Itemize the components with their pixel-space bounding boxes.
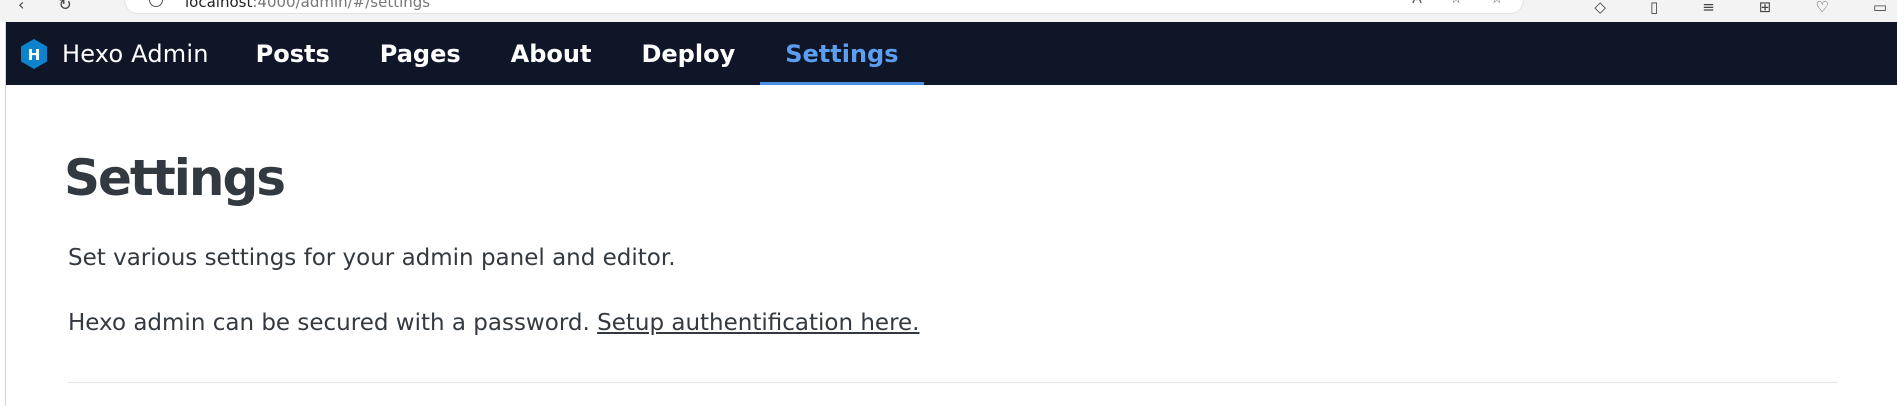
- divider: [68, 382, 1838, 383]
- nav-item-deploy[interactable]: Deploy: [616, 22, 760, 85]
- settings-page: Settings Set various settings for your a…: [6, 85, 1897, 406]
- setup-auth-link[interactable]: Setup authentification here.: [597, 310, 919, 336]
- favorite-star-icon[interactable]: ☆: [1450, 0, 1463, 7]
- menu-icon[interactable]: ▭: [1873, 0, 1887, 16]
- brand[interactable]: H Hexo Admin: [6, 22, 231, 85]
- read-aloud-icon[interactable]: A: [1412, 0, 1422, 7]
- hexo-logo-icon: H: [20, 38, 48, 69]
- site-info-icon[interactable]: [149, 0, 163, 7]
- browser-toolbar: ◇ ▯ ≡ ⊞ ♡ ▭: [1594, 0, 1897, 16]
- browser-chrome: ‹ ↻ localhost:4000/admin/#/settings A ☆ …: [0, 0, 1897, 22]
- auth-info: Hexo admin can be secured with a passwor…: [68, 310, 920, 336]
- extensions-icon[interactable]: ◇: [1594, 0, 1606, 16]
- browser-nav-controls: ‹ ↻: [18, 0, 72, 13]
- top-navbar: H Hexo Admin Posts Pages About Deploy Se…: [6, 22, 1897, 85]
- split-screen-icon[interactable]: ▯: [1650, 0, 1658, 16]
- address-url[interactable]: localhost:4000/admin/#/settings: [185, 0, 430, 11]
- auth-text: Hexo admin can be secured with a passwor…: [68, 310, 590, 336]
- logo-letter: H: [28, 46, 41, 64]
- nav-item-about[interactable]: About: [486, 22, 617, 85]
- url-host: localhost: [185, 0, 253, 11]
- nav-item-pages[interactable]: Pages: [355, 22, 486, 85]
- page-title: Settings: [64, 149, 286, 207]
- browser-essentials-icon[interactable]: ♡: [1815, 0, 1828, 16]
- back-arrow-icon[interactable]: ‹: [18, 0, 24, 13]
- url-path: :4000/admin/#/settings: [252, 0, 431, 11]
- refresh-icon[interactable]: ↻: [58, 0, 71, 13]
- collections-icon[interactable]: ⊞: [1759, 0, 1772, 16]
- favorites-icon[interactable]: ≡: [1702, 0, 1715, 16]
- brand-name: Hexo Admin: [62, 39, 209, 68]
- settings-description: Set various settings for your admin pane…: [68, 245, 676, 271]
- address-bar[interactable]: localhost:4000/admin/#/settings A ☆ ☆: [124, 0, 1524, 14]
- nav-item-settings[interactable]: Settings: [760, 22, 924, 85]
- bookmark-icon[interactable]: ☆: [1490, 0, 1503, 7]
- nav-item-posts[interactable]: Posts: [231, 22, 355, 85]
- app-frame: H Hexo Admin Posts Pages About Deploy Se…: [5, 22, 1897, 406]
- address-bar-actions: A ☆ ☆: [1412, 0, 1503, 7]
